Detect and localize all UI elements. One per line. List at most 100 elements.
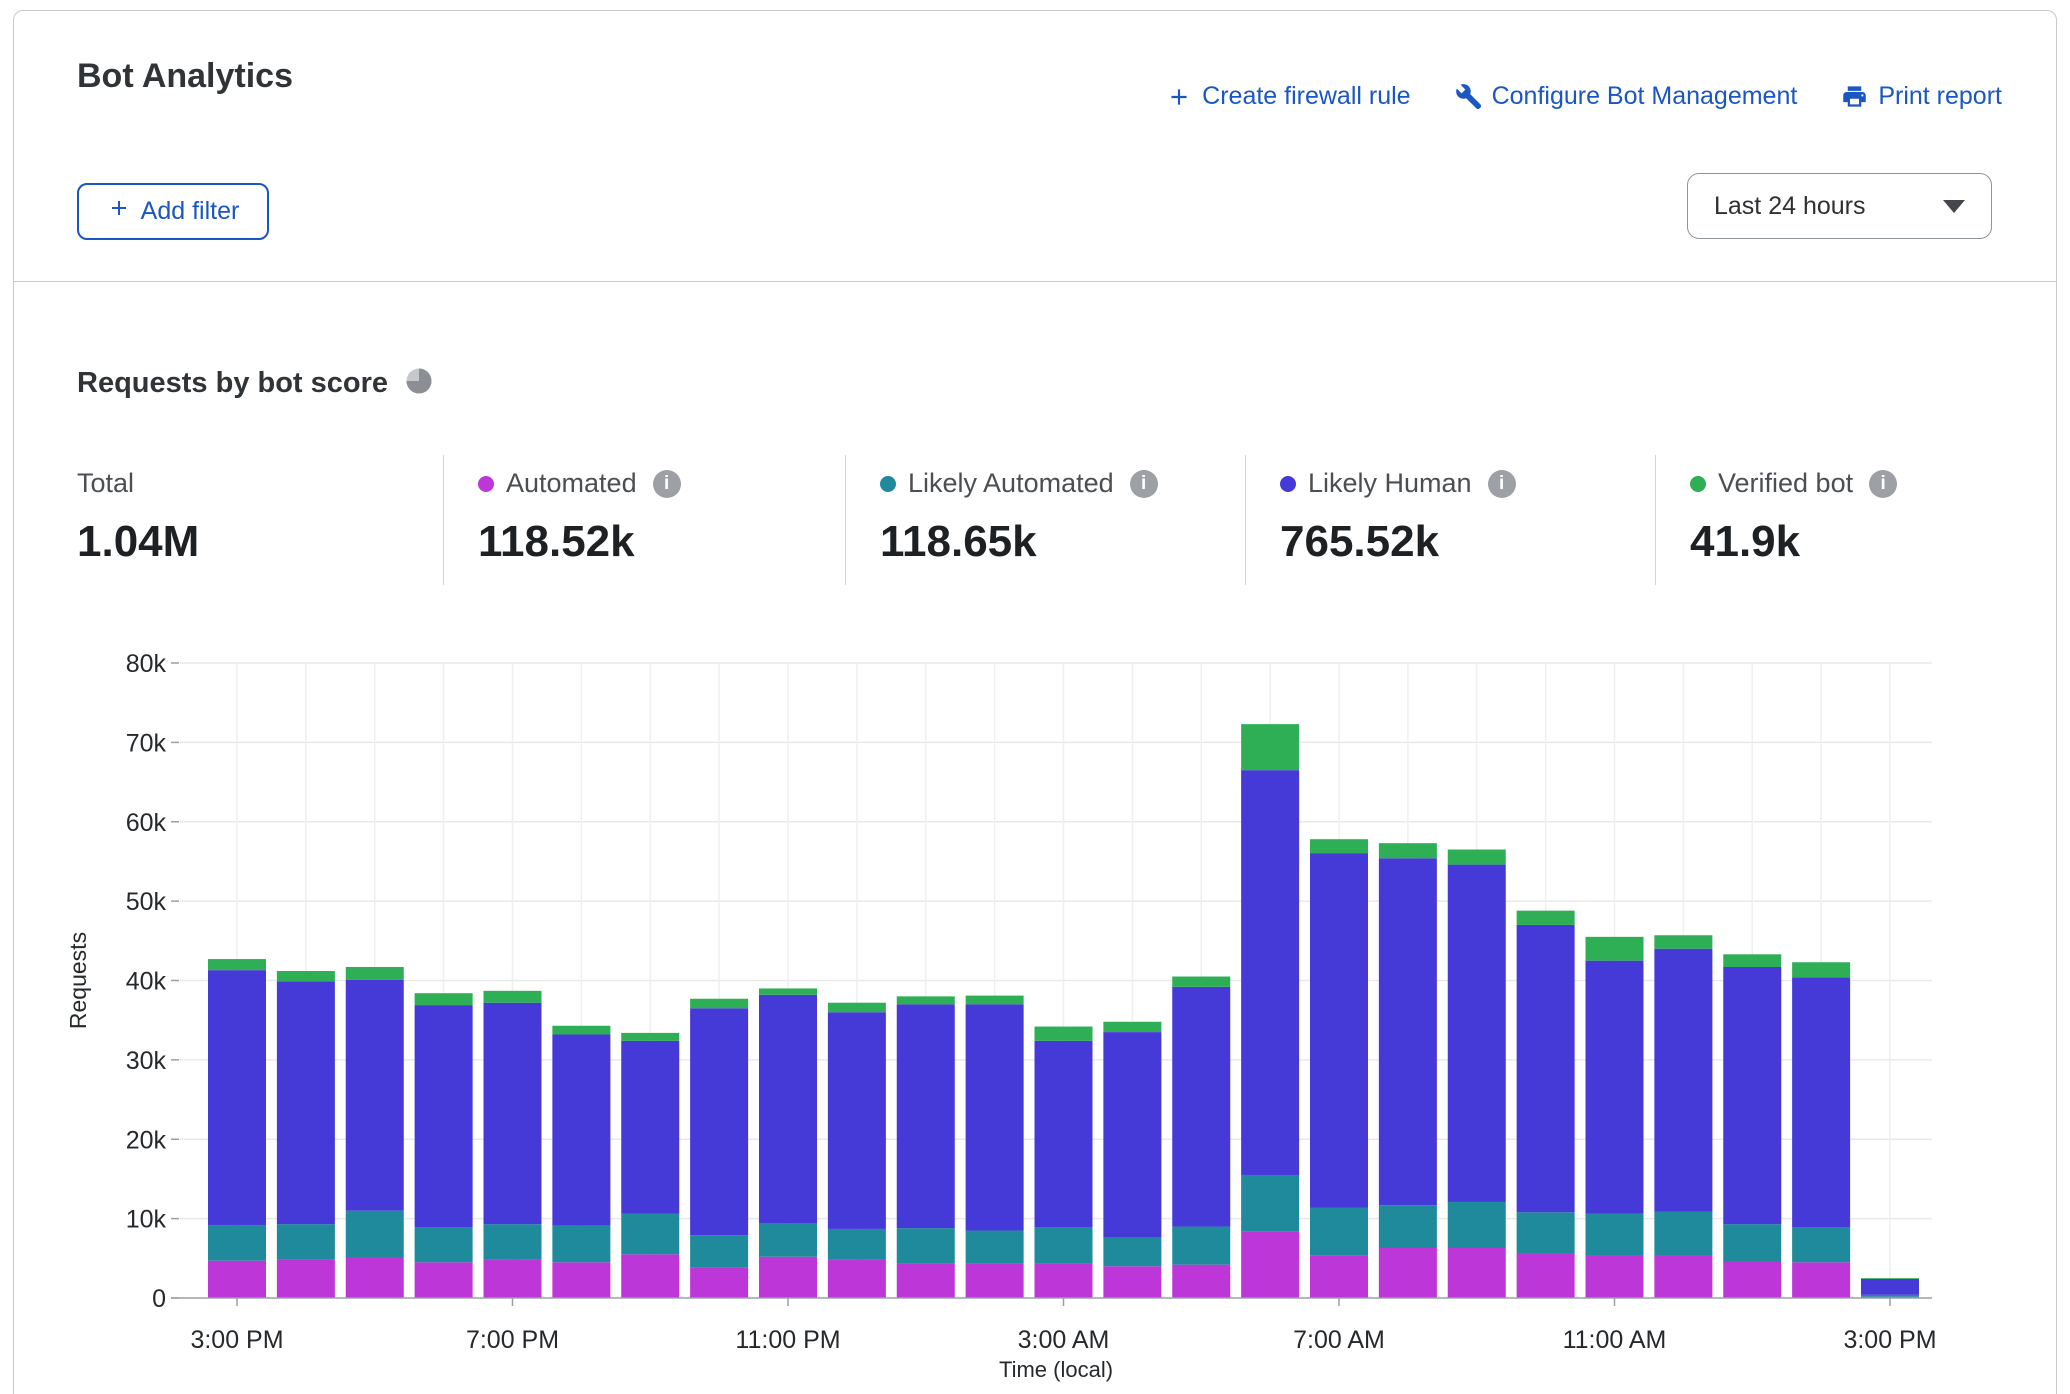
bar-segment-verified-bot[interactable] xyxy=(1517,911,1575,925)
bar-segment-likely-human[interactable] xyxy=(897,1004,955,1228)
info-icon[interactable]: i xyxy=(1130,470,1158,498)
bar-segment-likely-automated[interactable] xyxy=(621,1214,679,1254)
bar-segment-verified-bot[interactable] xyxy=(1586,937,1644,961)
bar-segment-likely-automated[interactable] xyxy=(1172,1227,1230,1265)
bar-segment-verified-bot[interactable] xyxy=(1172,977,1230,987)
bar-segment-verified-bot[interactable] xyxy=(897,996,955,1004)
bar-segment-likely-human[interactable] xyxy=(1861,1279,1919,1295)
bar-segment-automated[interactable] xyxy=(966,1264,1024,1298)
bar-segment-likely-human[interactable] xyxy=(1035,1041,1093,1228)
bar-segment-automated[interactable] xyxy=(1310,1255,1368,1298)
bar-segment-likely-human[interactable] xyxy=(1792,977,1850,1227)
bar-segment-likely-automated[interactable] xyxy=(690,1235,748,1268)
bar-segment-verified-bot[interactable] xyxy=(828,1003,886,1013)
bar-segment-likely-automated[interactable] xyxy=(1241,1175,1299,1231)
bar-segment-likely-automated[interactable] xyxy=(1035,1227,1093,1264)
bar-segment-likely-automated[interactable] xyxy=(1792,1227,1850,1262)
bar-segment-verified-bot[interactable] xyxy=(759,988,817,994)
bar-segment-verified-bot[interactable] xyxy=(1792,962,1850,977)
info-icon[interactable]: i xyxy=(1869,470,1897,498)
bar-segment-verified-bot[interactable] xyxy=(1035,1027,1093,1041)
bar-segment-automated[interactable] xyxy=(484,1260,542,1298)
bar-segment-automated[interactable] xyxy=(1654,1256,1712,1298)
bar-segment-likely-human[interactable] xyxy=(1654,949,1712,1212)
bar-segment-automated[interactable] xyxy=(346,1258,404,1298)
bar-segment-verified-bot[interactable] xyxy=(1723,954,1781,967)
bar-segment-automated[interactable] xyxy=(897,1263,955,1298)
bar-segment-likely-automated[interactable] xyxy=(552,1226,610,1263)
bar-segment-automated[interactable] xyxy=(1241,1231,1299,1298)
bar-segment-likely-human[interactable] xyxy=(552,1034,610,1225)
bar-segment-likely-human[interactable] xyxy=(690,1008,748,1235)
bar-segment-likely-human[interactable] xyxy=(759,995,817,1224)
bar-segment-likely-human[interactable] xyxy=(828,1012,886,1229)
bar-segment-automated[interactable] xyxy=(1792,1262,1850,1298)
bar-segment-likely-human[interactable] xyxy=(1241,770,1299,1175)
print-report-link[interactable]: Print report xyxy=(1841,82,2002,111)
bar-segment-likely-automated[interactable] xyxy=(415,1227,473,1262)
info-icon[interactable]: i xyxy=(653,470,681,498)
bar-segment-automated[interactable] xyxy=(1448,1248,1506,1298)
bar-segment-verified-bot[interactable] xyxy=(1861,1278,1919,1279)
bar-segment-likely-human[interactable] xyxy=(208,970,266,1225)
time-range-select[interactable]: Last 24 hours xyxy=(1687,173,1992,239)
bar-segment-likely-automated[interactable] xyxy=(1310,1208,1368,1256)
bar-segment-verified-bot[interactable] xyxy=(277,971,335,981)
bar-segment-automated[interactable] xyxy=(1723,1261,1781,1298)
bar-segment-verified-bot[interactable] xyxy=(346,967,404,980)
bar-segment-verified-bot[interactable] xyxy=(1310,839,1368,853)
bar-segment-verified-bot[interactable] xyxy=(484,991,542,1003)
bar-segment-likely-human[interactable] xyxy=(277,981,335,1224)
bar-segment-likely-human[interactable] xyxy=(1379,858,1437,1205)
bar-segment-automated[interactable] xyxy=(1035,1264,1093,1298)
bar-segment-verified-bot[interactable] xyxy=(208,959,266,970)
bar-segment-likely-human[interactable] xyxy=(415,1005,473,1227)
bar-segment-automated[interactable] xyxy=(1103,1266,1161,1298)
bar-segment-automated[interactable] xyxy=(1517,1254,1575,1298)
bar-segment-likely-automated[interactable] xyxy=(759,1223,817,1256)
bar-segment-likely-automated[interactable] xyxy=(1448,1202,1506,1248)
bar-segment-likely-human[interactable] xyxy=(1448,865,1506,1202)
bar-segment-verified-bot[interactable] xyxy=(966,996,1024,1005)
bar-segment-likely-human[interactable] xyxy=(966,1004,1024,1230)
bar-segment-verified-bot[interactable] xyxy=(1103,1022,1161,1032)
bar-segment-automated[interactable] xyxy=(828,1260,886,1298)
bar-segment-automated[interactable] xyxy=(277,1259,335,1298)
bar-segment-automated[interactable] xyxy=(690,1268,748,1298)
bar-segment-likely-automated[interactable] xyxy=(897,1228,955,1263)
bar-segment-verified-bot[interactable] xyxy=(1654,935,1712,948)
bar-segment-automated[interactable] xyxy=(621,1254,679,1298)
bar-segment-automated[interactable] xyxy=(208,1261,266,1298)
bar-segment-likely-human[interactable] xyxy=(1586,961,1644,1214)
bar-segment-likely-automated[interactable] xyxy=(1517,1212,1575,1253)
bar-segment-likely-automated[interactable] xyxy=(484,1224,542,1260)
bar-segment-likely-automated[interactable] xyxy=(1723,1224,1781,1261)
bar-segment-likely-human[interactable] xyxy=(484,1003,542,1224)
bar-segment-likely-human[interactable] xyxy=(1723,967,1781,1224)
bar-segment-likely-human[interactable] xyxy=(346,980,404,1211)
bar-segment-automated[interactable] xyxy=(1379,1248,1437,1298)
bar-segment-automated[interactable] xyxy=(415,1262,473,1298)
bar-segment-likely-automated[interactable] xyxy=(208,1225,266,1261)
bar-segment-likely-automated[interactable] xyxy=(1103,1238,1161,1267)
info-icon[interactable]: i xyxy=(1488,470,1516,498)
bar-segment-likely-human[interactable] xyxy=(621,1041,679,1214)
bar-segment-likely-automated[interactable] xyxy=(1586,1214,1644,1256)
bar-segment-likely-automated[interactable] xyxy=(1861,1295,1919,1297)
bar-segment-likely-automated[interactable] xyxy=(966,1231,1024,1264)
add-filter-button[interactable]: Add filter xyxy=(77,183,269,240)
bar-segment-likely-automated[interactable] xyxy=(828,1229,886,1260)
bar-segment-likely-human[interactable] xyxy=(1172,987,1230,1227)
bar-segment-verified-bot[interactable] xyxy=(1379,843,1437,858)
bar-segment-verified-bot[interactable] xyxy=(1448,850,1506,865)
bar-segment-likely-automated[interactable] xyxy=(346,1211,404,1258)
configure-bot-management-link[interactable]: Configure Bot Management xyxy=(1455,82,1798,111)
bar-segment-verified-bot[interactable] xyxy=(690,999,748,1009)
bar-segment-automated[interactable] xyxy=(552,1262,610,1298)
bar-segment-likely-human[interactable] xyxy=(1310,854,1368,1208)
bar-segment-verified-bot[interactable] xyxy=(415,993,473,1005)
bar-segment-verified-bot[interactable] xyxy=(621,1033,679,1041)
bar-segment-likely-human[interactable] xyxy=(1517,925,1575,1212)
bar-segment-likely-automated[interactable] xyxy=(1379,1205,1437,1248)
bar-segment-automated[interactable] xyxy=(1586,1256,1644,1298)
